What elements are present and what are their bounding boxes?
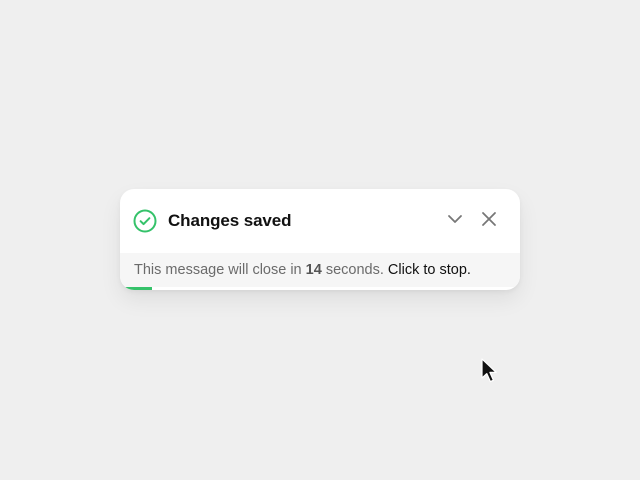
- countdown-progress-bar: [120, 287, 520, 290]
- collapse-button[interactable]: [443, 209, 467, 233]
- toast-notification[interactable]: Changes saved This message will close in: [120, 189, 520, 290]
- check-circle-icon: [133, 209, 157, 233]
- countdown-progress-fill: [120, 287, 152, 290]
- toast-message: This message will close in 14 seconds. C…: [134, 261, 471, 279]
- message-suffix: seconds.: [325, 262, 384, 278]
- close-button[interactable]: [477, 209, 501, 233]
- chevron-down-icon: [446, 210, 464, 233]
- mouse-pointer-icon: [481, 358, 499, 384]
- countdown-seconds: 14: [305, 262, 322, 278]
- screen: Changes saved This message will close in: [0, 0, 640, 480]
- toast-title: Changes saved: [168, 211, 292, 230]
- close-icon: [480, 210, 498, 233]
- stop-countdown-link[interactable]: Click to stop.: [388, 262, 471, 278]
- toast-header: Changes saved: [120, 189, 520, 253]
- toast-footer: This message will close in 14 seconds. C…: [120, 253, 520, 287]
- message-prefix: This message will close in: [134, 262, 302, 278]
